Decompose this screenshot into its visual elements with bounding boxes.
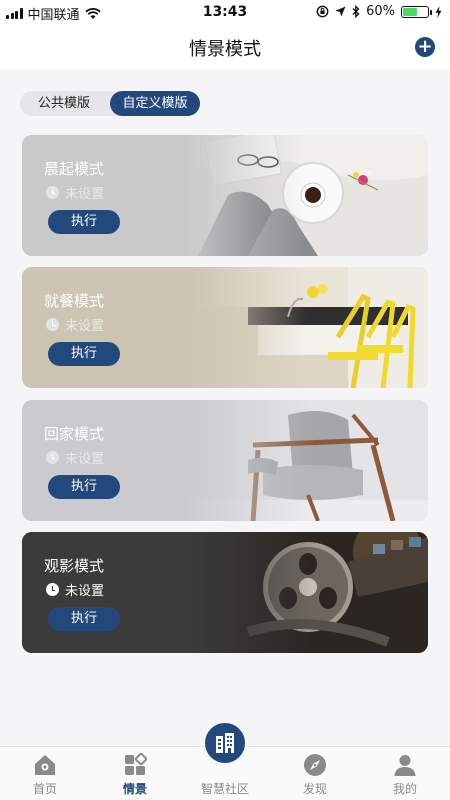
scene-card-movie[interactable]: 观影模式 未设置 执行 bbox=[22, 532, 428, 653]
bluetooth-icon bbox=[352, 5, 360, 18]
scene-title: 晨起模式 bbox=[44, 160, 105, 178]
scene-status: 未设置 bbox=[46, 315, 104, 334]
tab-public-templates[interactable]: 公共模版 bbox=[20, 91, 108, 116]
status-right: 60% bbox=[316, 4, 442, 19]
status-bar: 中国联通 13:43 60% bbox=[0, 0, 450, 24]
community-center-button[interactable] bbox=[202, 720, 248, 766]
clock-icon bbox=[46, 186, 59, 199]
tab-scene-label: 情景 bbox=[122, 782, 147, 796]
execute-button[interactable]: 执行 bbox=[48, 607, 120, 631]
scene-title: 回家模式 bbox=[44, 425, 105, 443]
scene-status: 未设置 bbox=[46, 580, 104, 599]
tab-discover[interactable]: 发现 bbox=[270, 747, 360, 800]
battery-percent: 60% bbox=[366, 4, 395, 19]
template-tabs: 公共模版 自定义模版 bbox=[20, 91, 200, 116]
scene-status-label: 未设置 bbox=[65, 187, 105, 202]
tab-community-label: 智慧社区 bbox=[200, 782, 249, 796]
scene-status-label: 未设置 bbox=[65, 584, 105, 599]
tab-scene[interactable]: 情景 bbox=[90, 747, 180, 800]
tab-discover-label: 发现 bbox=[302, 782, 327, 796]
location-arrow-icon bbox=[335, 6, 346, 17]
charging-bolt-icon bbox=[435, 5, 442, 18]
battery-icon bbox=[401, 5, 432, 18]
scene-title: 就餐模式 bbox=[44, 292, 105, 310]
scene-grid-icon bbox=[125, 753, 147, 775]
clock-icon bbox=[46, 318, 59, 331]
tab-home-label: 首页 bbox=[32, 782, 57, 796]
execute-button[interactable]: 执行 bbox=[48, 342, 120, 366]
scene-status-label: 未设置 bbox=[65, 319, 105, 334]
scene-status: 未设置 bbox=[46, 448, 104, 467]
community-buildings-icon bbox=[216, 733, 234, 753]
profile-icon bbox=[394, 755, 416, 776]
scene-card-home[interactable]: 回家模式 未设置 执行 bbox=[22, 400, 428, 521]
home-icon bbox=[35, 755, 55, 775]
scene-card-morning[interactable]: 晨起模式 未设置 执行 bbox=[22, 135, 428, 256]
scene-status-label: 未设置 bbox=[65, 452, 105, 467]
tab-profile[interactable]: 我的 bbox=[360, 747, 450, 800]
tab-profile-label: 我的 bbox=[392, 782, 417, 796]
clock-icon bbox=[46, 583, 59, 596]
page-title: 情景模式 bbox=[189, 39, 261, 60]
add-scene-button[interactable]: + bbox=[415, 37, 435, 57]
plus-circle-icon: + bbox=[417, 36, 433, 57]
scene-status: 未设置 bbox=[46, 183, 104, 202]
scene-card-dining[interactable]: 就餐模式 未设置 执行 bbox=[22, 267, 428, 388]
navigation-bar: 情景模式 + bbox=[0, 24, 450, 70]
compass-icon bbox=[304, 754, 326, 776]
battery-level-fill bbox=[403, 7, 418, 16]
tab-home[interactable]: 首页 bbox=[0, 747, 90, 800]
tab-custom-templates[interactable]: 自定义模版 bbox=[110, 91, 200, 116]
execute-button[interactable]: 执行 bbox=[48, 475, 120, 499]
orientation-lock-icon bbox=[316, 5, 329, 18]
scene-title: 观影模式 bbox=[44, 557, 105, 575]
execute-button[interactable]: 执行 bbox=[48, 210, 120, 234]
clock-icon bbox=[46, 451, 59, 464]
